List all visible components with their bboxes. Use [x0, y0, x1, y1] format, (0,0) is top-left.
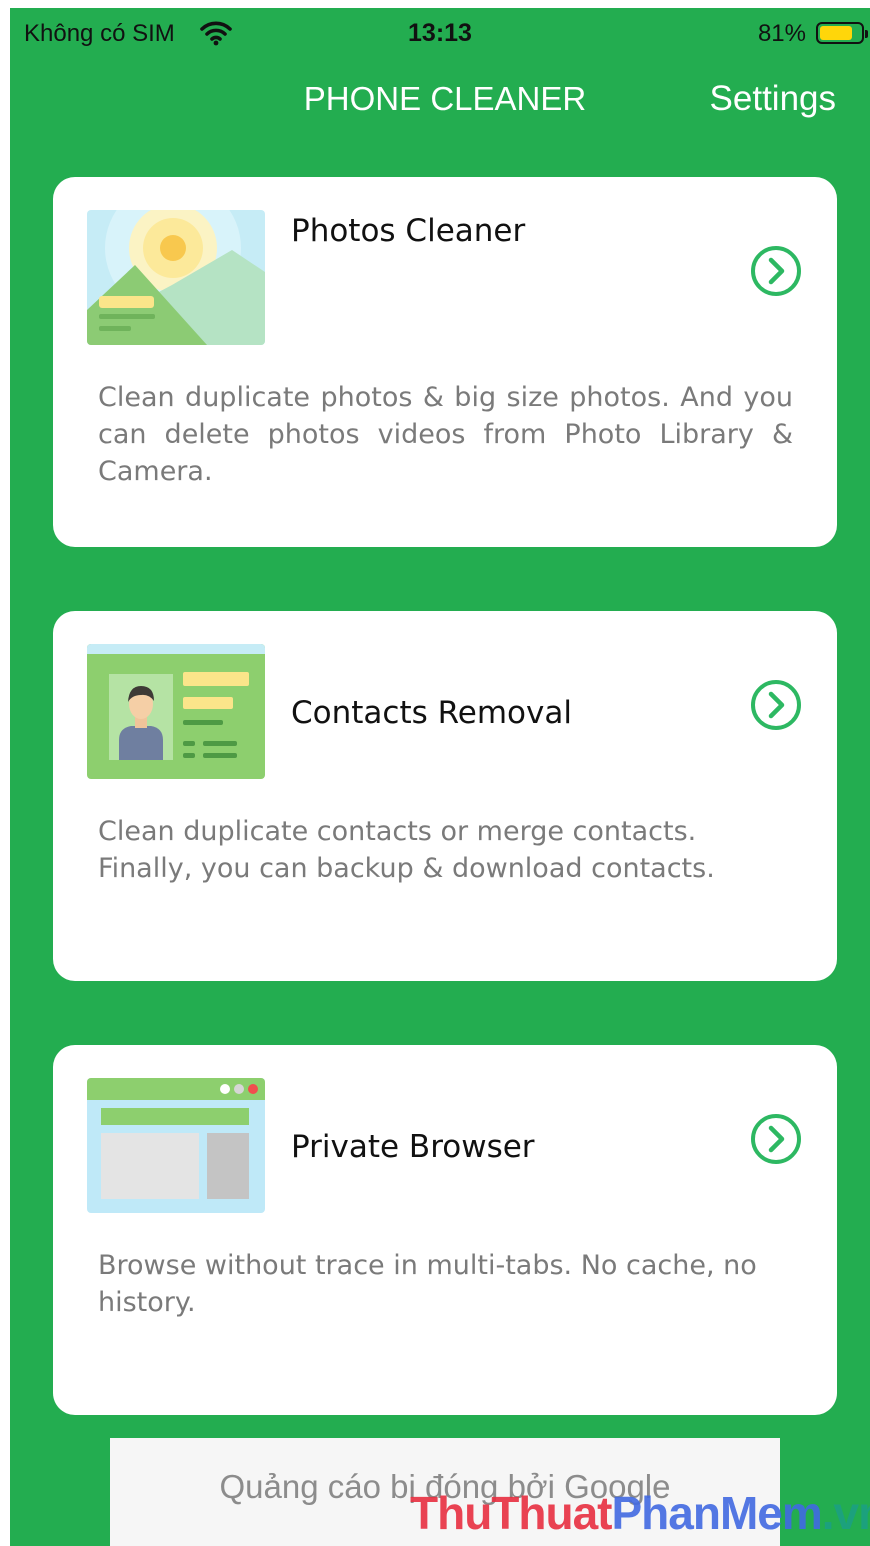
card-description: Clean duplicate contacts or merge contac… [98, 816, 715, 884]
watermark-part-1: ThuThuat [410, 1487, 612, 1539]
contacts-removal-card[interactable]: Contacts Removal Clean duplicate contact… [53, 611, 837, 981]
private-browser-card[interactable]: Private Browser Browse without trace in … [53, 1045, 837, 1415]
landscape-photo-icon [87, 210, 265, 345]
battery-percentage: 81% [757, 20, 806, 47]
app-screen: Không có SIM 13:13 81% PHONE CLEANER Set… [10, 8, 870, 1546]
status-time: 13:13 [408, 19, 472, 47]
browser-window-icon [87, 1078, 265, 1213]
card-description: Browse without trace in multi-tabs. No c… [98, 1250, 757, 1318]
card-title: Private Browser [291, 1129, 535, 1165]
battery-icon [816, 22, 868, 44]
battery-level-fill [820, 26, 852, 40]
photos-cleaner-card[interactable]: Photos Cleaner Clean duplicate photos & … [53, 177, 837, 547]
chevron-right-circle-icon[interactable] [750, 679, 802, 731]
contact-card-icon [87, 644, 265, 779]
card-title: Photos Cleaner [291, 213, 526, 249]
watermark-part-2: PhanMem [611, 1487, 823, 1539]
battery-nub [865, 30, 868, 38]
watermark-part-3: .vn [821, 1487, 870, 1539]
card-description: Clean duplicate photos & big size photos… [98, 382, 793, 487]
card-title: Contacts Removal [291, 695, 572, 731]
chevron-right-circle-icon[interactable] [750, 245, 802, 297]
settings-button[interactable]: Settings [710, 79, 836, 119]
status-bar: Không có SIM 13:13 81% [10, 8, 870, 60]
chevron-right-circle-icon[interactable] [750, 1113, 802, 1165]
site-watermark: ThuThuatPhanMem.vn [410, 1486, 870, 1540]
